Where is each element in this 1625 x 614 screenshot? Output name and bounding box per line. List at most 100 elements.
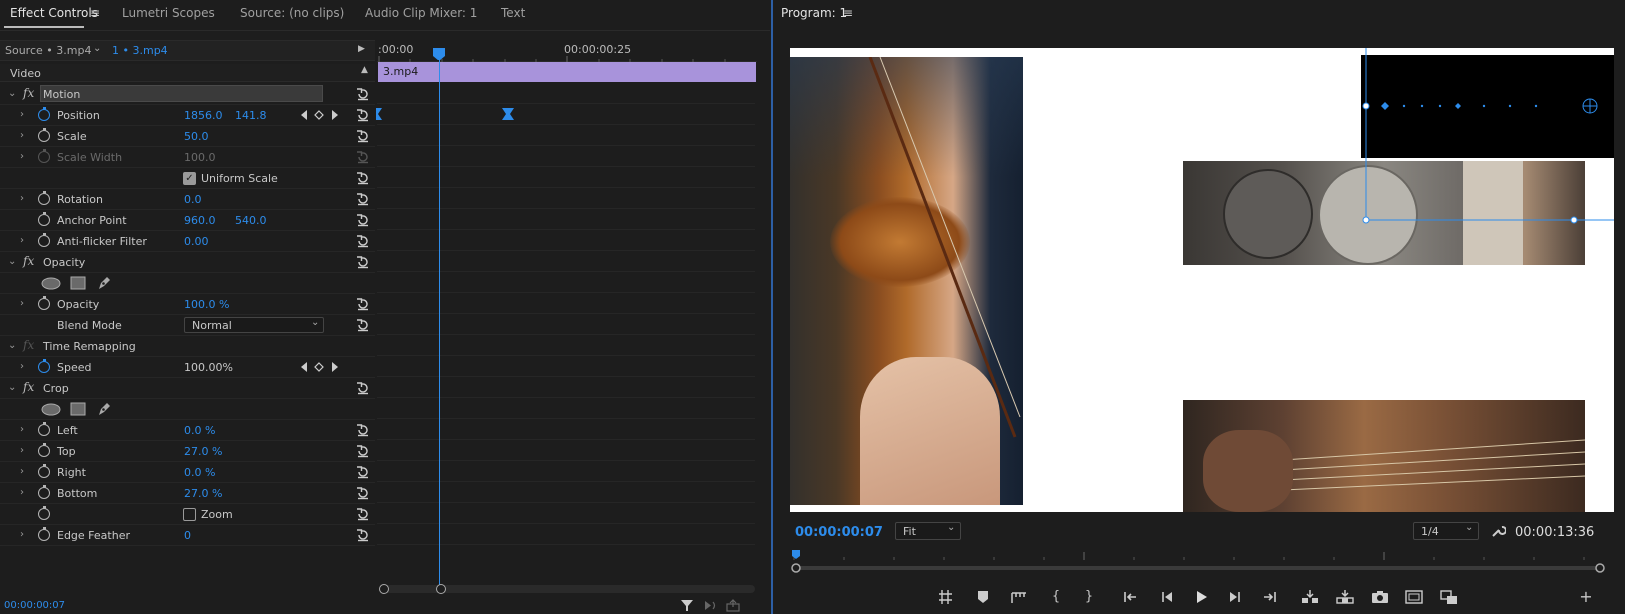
chevron-right-icon[interactable]: › [20,361,28,372]
reset-icon[interactable] [356,297,370,311]
property-uniform-scale[interactable]: ✓ Uniform Scale [0,168,375,189]
anchor-y-value[interactable]: 540.0 [235,214,267,227]
reset-icon[interactable] [356,507,370,521]
rectangle-mask-icon[interactable] [70,276,86,290]
next-keyframe-icon[interactable] [331,362,339,372]
tab-source[interactable]: Source: (no clips) [240,6,344,20]
property-crop-bottom[interactable]: › Bottom 27.0 % [0,483,375,504]
program-current-timecode[interactable]: 00:00:00:07 [795,525,883,540]
reset-icon[interactable] [356,318,370,332]
position-y-value[interactable]: 141.8 [235,109,267,122]
reset-icon[interactable] [356,255,370,269]
stopwatch-icon[interactable] [38,526,50,541]
transform-bounding-box[interactable] [790,48,1614,512]
program-time-ruler[interactable] [790,548,1615,574]
chevron-right-icon[interactable]: › [20,466,28,477]
property-opacity[interactable]: › Opacity 100.0 % [0,294,375,315]
crop-top-value[interactable]: 27.0 % [184,445,222,458]
prev-keyframe-icon[interactable] [300,362,308,372]
pen-mask-icon[interactable] [96,275,112,291]
source-clip-label[interactable]: Source • 3.mp4 [5,44,91,57]
expand-chevron-icon[interactable]: ⌄ [8,382,16,393]
property-blend-mode[interactable]: Blend Mode Normal ⌄ [0,315,375,336]
step-back-icon[interactable] [1158,589,1176,605]
property-crop-zoom[interactable]: Zoom [0,504,375,525]
tab-lumetri-scopes[interactable]: Lumetri Scopes [122,6,215,20]
expand-chevron-icon[interactable]: ⌄ [8,340,16,351]
go-to-in-icon[interactable] [1122,589,1140,605]
antiflicker-value[interactable]: 0.00 [184,235,209,248]
chevron-right-icon[interactable]: › [20,445,28,456]
prev-keyframe-icon[interactable] [300,110,308,120]
stopwatch-icon[interactable] [38,421,50,436]
step-forward-icon[interactable] [1226,589,1244,605]
edge-feather-value[interactable]: 0 [184,529,191,542]
next-keyframe-icon[interactable] [331,110,339,120]
stopwatch-icon[interactable] [38,358,50,373]
property-anchor-point[interactable]: Anchor Point 960.0 540.0 [0,210,375,231]
mark-in-icon[interactable]: { [1047,589,1065,605]
reset-icon[interactable] [356,528,370,542]
fx-icon[interactable]: fx [23,86,34,100]
reset-icon[interactable] [356,213,370,227]
stopwatch-icon[interactable] [38,232,50,247]
stopwatch-icon[interactable] [38,127,50,142]
effect-crop[interactable]: ⌄ fx Crop [0,378,375,399]
reset-icon[interactable] [356,381,370,395]
fx-icon[interactable]: fx [23,254,34,268]
sequence-clip-label[interactable]: 1 • 3.mp4 [112,44,168,57]
stopwatch-icon[interactable] [38,295,50,310]
property-scale[interactable]: › Scale 50.0 [0,126,375,147]
opacity-value[interactable]: 100.0 % [184,298,229,311]
playhead-handle[interactable] [433,48,445,60]
scrollbar-right-handle[interactable] [436,584,446,594]
chevron-right-icon[interactable]: › [20,235,28,246]
ellipse-mask-icon[interactable] [41,277,61,290]
export-icon[interactable] [726,599,740,612]
compare-view-icon[interactable] [1440,589,1458,605]
position-x-value[interactable]: 1856.0 [184,109,223,122]
go-to-out-icon[interactable] [1260,589,1278,605]
tab-audio-clip-mixer[interactable]: Audio Clip Mixer: 1 [365,6,477,20]
chevron-right-icon[interactable]: › [20,424,28,435]
expand-chevron-icon[interactable]: ⌄ [8,88,16,99]
camera-icon[interactable] [1371,589,1389,605]
tab-effect-controls[interactable]: Effect Controls [10,6,98,20]
fx-icon[interactable]: fx [23,380,34,394]
chevron-down-icon[interactable]: ⌄ [93,43,101,54]
blend-mode-select[interactable]: Normal ⌄ [184,317,324,333]
reset-icon[interactable] [356,129,370,143]
resolution-select[interactable]: 1/4 ⌄ [1413,522,1479,540]
property-crop-left[interactable]: › Left 0.0 % [0,420,375,441]
collapse-up-icon[interactable]: ▲ [361,65,368,75]
property-speed[interactable]: › Speed 100.00% [0,357,375,378]
chevron-right-icon[interactable]: › [20,193,28,204]
property-crop-top[interactable]: › Top 27.0 % [0,441,375,462]
overwrite-icon[interactable] [1336,589,1354,605]
chevron-right-icon[interactable]: › [20,109,28,120]
wrench-icon[interactable] [1490,523,1506,539]
crop-left-value[interactable]: 0.0 % [184,424,215,437]
clip-bar[interactable]: 3.mp4 [378,62,756,82]
zoom-checkbox[interactable] [183,508,196,521]
play-triangle-icon[interactable]: ▶ [358,44,365,54]
crop-bottom-value[interactable]: 27.0 % [184,487,222,500]
scrollbar-left-handle[interactable] [379,584,389,594]
play-icon[interactable] [1192,589,1210,605]
keyframe-start-icon[interactable] [376,108,384,120]
rotation-value[interactable]: 0.0 [184,193,202,206]
marker-icon[interactable] [974,589,992,605]
ellipse-mask-icon[interactable] [41,403,61,416]
safe-margins-icon[interactable] [1405,589,1423,605]
current-timecode[interactable]: 00:00:00:07 [4,600,65,611]
mark-in-ruler-icon[interactable] [1010,589,1028,605]
chevron-right-icon[interactable]: › [20,298,28,309]
property-rotation[interactable]: › Rotation 0.0 [0,189,375,210]
reset-icon[interactable] [356,192,370,206]
pen-mask-icon[interactable] [96,401,112,417]
insert-icon[interactable] [1301,589,1319,605]
panel-menu-icon[interactable]: ≡ [90,6,100,20]
reset-icon[interactable] [356,486,370,500]
speed-value[interactable]: 100.00% [184,361,233,374]
reset-icon[interactable] [356,87,370,101]
